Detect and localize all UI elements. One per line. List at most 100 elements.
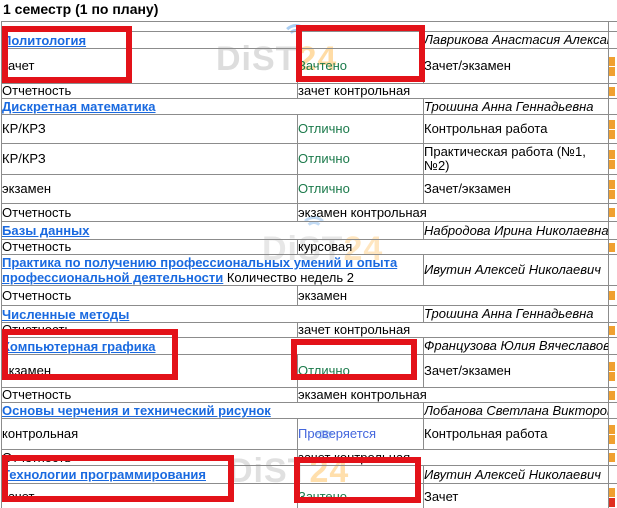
clipped-text-fragment bbox=[609, 150, 615, 159]
clipped-column-cell bbox=[609, 115, 617, 144]
subject-link[interactable]: Компьютерная графика bbox=[2, 339, 155, 354]
teacher-name: Трошина Анна Геннадьевна bbox=[424, 99, 609, 115]
subject-cell: Дискретная математика bbox=[2, 99, 424, 115]
clipped-column-cell bbox=[609, 355, 617, 388]
teacher-name: Лобанова Светлана Викторовна bbox=[424, 403, 609, 419]
clipped-column-cell bbox=[609, 240, 617, 255]
assessment-form-cell: контрольная bbox=[2, 419, 298, 450]
subject-link[interactable]: Дискретная математика bbox=[2, 99, 156, 114]
report-value: курсовая bbox=[298, 240, 609, 255]
grade-row: контрольнаяПроверяетсяКонтрольная работа bbox=[2, 419, 617, 450]
clipped-column-cell bbox=[609, 466, 617, 484]
clipped-text-fragment bbox=[609, 435, 615, 444]
clipped-column-cell bbox=[609, 22, 617, 32]
work-type-cell: Зачет/экзамен bbox=[424, 49, 609, 84]
clipped-column-cell bbox=[609, 323, 617, 338]
grade-cell: Проверяется bbox=[298, 419, 424, 450]
grade-cell: Зачтено bbox=[298, 484, 424, 508]
empty-cell bbox=[2, 22, 609, 32]
clipped-text-fragment bbox=[609, 362, 615, 371]
report-row: Отчетностькурсовая bbox=[2, 240, 617, 255]
subject-row: Основы черчения и технический рисунок Лоб… bbox=[2, 403, 617, 419]
report-label: Отчетность bbox=[2, 204, 298, 222]
semester-title: 1 семестр (1 по плану) bbox=[3, 1, 158, 17]
clipped-text-fragment bbox=[609, 291, 615, 300]
clipped-text-fragment bbox=[609, 67, 615, 76]
clipped-column-cell bbox=[609, 175, 617, 204]
clipped-text-fragment bbox=[609, 160, 615, 169]
subject-cell: Компьютерная графика bbox=[2, 338, 424, 355]
grade-value: Зачтено bbox=[298, 58, 347, 73]
report-row: Отчетностьзачет контрольная bbox=[2, 323, 617, 338]
subject-cell: Политология bbox=[2, 32, 424, 49]
semester-grades-table: ПолитологияЛаврикова Анастасия Александр… bbox=[1, 21, 617, 508]
clipped-column-cell bbox=[609, 286, 617, 306]
clipped-column-cell bbox=[609, 204, 617, 222]
clipped-column-cell bbox=[609, 450, 617, 466]
subject-row: ПолитологияЛаврикова Анастасия Александр… bbox=[2, 32, 617, 49]
subject-cell: Базы данных bbox=[2, 222, 424, 240]
grade-cell: Отлично bbox=[298, 144, 424, 175]
report-row: Отчетностьэкзамен контрольная bbox=[2, 388, 617, 403]
clipped-text-fragment bbox=[609, 453, 615, 462]
clipped-text-fragment bbox=[609, 87, 615, 96]
work-type-cell: Зачет/экзамен bbox=[424, 355, 609, 388]
clipped-column-cell bbox=[609, 32, 617, 49]
subject-link[interactable]: Численные методы bbox=[2, 307, 129, 322]
clipped-text-fragment bbox=[609, 243, 615, 252]
subject-link[interactable]: Базы данных bbox=[2, 223, 89, 238]
report-label: Отчетность bbox=[2, 388, 298, 403]
report-label: Отчетность bbox=[2, 84, 298, 99]
subject-link[interactable]: Основы черчения и технический рисунок bbox=[2, 403, 271, 418]
spacer-row bbox=[2, 22, 617, 32]
clipped-text-fragment bbox=[609, 425, 615, 434]
report-row: Отчетностьэкзамен bbox=[2, 286, 617, 306]
report-value: зачет контрольная bbox=[298, 450, 609, 466]
grade-value: Отлично bbox=[298, 181, 350, 196]
grade-row: КР/КРЗОтличноКонтрольная работа bbox=[2, 115, 617, 144]
report-label: Отчетность bbox=[2, 450, 298, 466]
report-value: экзамен контрольная bbox=[298, 388, 609, 403]
clipped-column-cell bbox=[609, 306, 617, 323]
subject-link[interactable]: Технологии программирования bbox=[2, 467, 206, 482]
subject-row: Численные методыТрошина Анна Геннадьевна bbox=[2, 306, 617, 323]
subject-link[interactable]: Политология bbox=[2, 33, 86, 48]
clipped-column-cell bbox=[609, 255, 617, 286]
assessment-form-cell: КР/КРЗ bbox=[2, 115, 298, 144]
work-type-cell: Контрольная работа bbox=[424, 419, 609, 450]
clipped-column-cell bbox=[609, 49, 617, 84]
report-row: Отчетностьзачет контрольная bbox=[2, 84, 617, 99]
clipped-text-fragment bbox=[609, 326, 615, 335]
clipped-column-cell bbox=[609, 99, 617, 115]
subject-row: Практика по получению профессиональных у… bbox=[2, 255, 617, 286]
clipped-text-fragment bbox=[609, 190, 615, 199]
subject-cell: Практика по получению профессиональных у… bbox=[2, 255, 424, 286]
teacher-name: Ивутин Алексей Николаевич bbox=[424, 255, 609, 286]
assessment-form-cell: экзамен bbox=[2, 175, 298, 204]
grade-row: экзаменОтличноЗачет/экзамен bbox=[2, 175, 617, 204]
grade-cell: Отлично bbox=[298, 355, 424, 388]
grade-row: зачетЗачтено Зачет bbox=[2, 484, 617, 508]
assessment-form-cell: зачет bbox=[2, 484, 298, 508]
teacher-name: Французова Юлия Вячеславовна bbox=[424, 338, 609, 355]
subject-row: Технологии программированияИвутин Алексе… bbox=[2, 466, 617, 484]
grade-cell: Зачтено bbox=[298, 49, 424, 84]
clipped-text-fragment bbox=[609, 498, 615, 507]
clipped-column-cell bbox=[609, 84, 617, 99]
subject-cell: Технологии программирования bbox=[2, 466, 424, 484]
grade-cell: Отлично bbox=[298, 115, 424, 144]
teacher-name: Набродова Ирина Николаевна bbox=[424, 222, 609, 240]
clipped-column-cell bbox=[609, 419, 617, 450]
clipped-text-fragment bbox=[609, 488, 615, 497]
grade-row: зачетЗачтено Зачет/экзамен bbox=[2, 49, 617, 84]
clipped-text-fragment bbox=[609, 57, 615, 66]
grade-row: КР/КРЗОтличноПрактическая работа (№1, №2… bbox=[2, 144, 617, 175]
report-row: Отчетностьзачет контрольная bbox=[2, 450, 617, 466]
work-type-cell: Зачет bbox=[424, 484, 609, 508]
grade-value: Отлично bbox=[298, 151, 350, 166]
assessment-form-cell: КР/КРЗ bbox=[2, 144, 298, 175]
clipped-column-cell bbox=[609, 388, 617, 403]
assessment-form-cell: зачет bbox=[2, 49, 298, 84]
grade-value: Зачтено bbox=[298, 489, 347, 504]
subject-cell: Численные методы bbox=[2, 306, 424, 323]
